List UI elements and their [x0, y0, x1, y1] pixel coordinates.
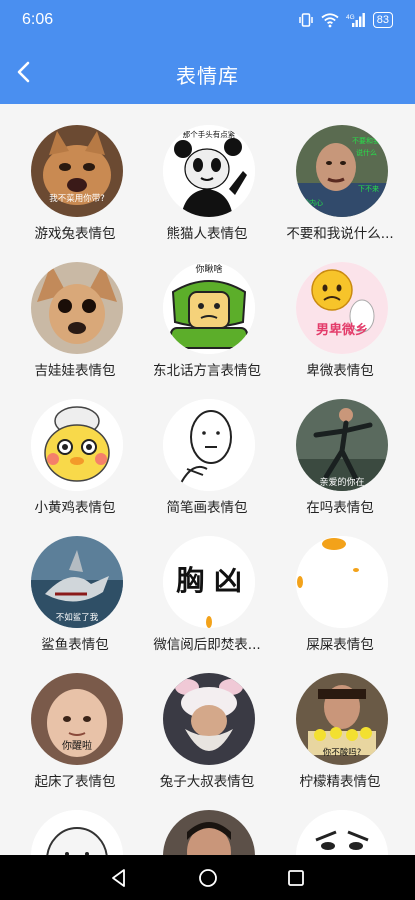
- pack-item[interactable]: [9, 789, 141, 855]
- stick-figure-image: [163, 399, 255, 491]
- pack-item[interactable]: [274, 789, 406, 855]
- image-caption: 亲爱的你在: [319, 476, 364, 488]
- vibrate-icon: [299, 13, 313, 27]
- pack-label: 吉娃娃表情包: [34, 363, 116, 379]
- pack-label: 不要和我说什么...: [286, 226, 394, 242]
- baby-face-image: 你醒啦: [31, 673, 123, 765]
- boy-image: [163, 810, 255, 855]
- pack-item[interactable]: 你不酸吗? 柠檬精表情包: [274, 652, 406, 790]
- wifi-icon: [321, 13, 339, 28]
- pack-item[interactable]: [141, 789, 273, 855]
- pack-item[interactable]: 你瞅啥 东北话方言表情包: [141, 241, 273, 379]
- chihuahua-image: [31, 262, 123, 354]
- image-caption: 下不来: [358, 185, 379, 193]
- pack-label: 小黄鸡表情包: [34, 500, 116, 516]
- bunny-hat-man-image: [163, 673, 255, 765]
- yellow-chick-image: [31, 399, 123, 491]
- pack-item[interactable]: 吉娃娃表情包: [9, 241, 141, 379]
- text-chest-image: 胸 凶: [163, 536, 255, 628]
- sketch-face-image: [296, 810, 388, 855]
- pack-item[interactable]: 我不菜用你带? 游戏兔表情包: [9, 104, 141, 242]
- image-caption: 男卑微乡: [316, 322, 368, 338]
- pack-label: 起床了表情包: [34, 774, 116, 790]
- triangle-back-icon: [112, 869, 125, 887]
- green-cartoon-image: 你瞅啥: [163, 262, 255, 354]
- orange-dots-image: [296, 536, 388, 628]
- image-caption: 那个手头有点紧: [183, 129, 236, 139]
- dancing-man-image: 亲爱的你在: [296, 399, 388, 491]
- pack-item[interactable]: 亲爱的你在 在吗表情包: [274, 378, 406, 516]
- image-caption: 我不菜用你带?: [49, 193, 105, 204]
- pack-item[interactable]: 胸 凶 微信阅后即焚表...: [141, 515, 273, 653]
- system-nav-bar: [0, 855, 415, 900]
- svg-text:不要和我: 不要和我: [352, 136, 380, 145]
- pack-item[interactable]: 屎屎表情包: [274, 515, 406, 653]
- image-caption: 胸 凶: [176, 564, 242, 597]
- pack-label: 简笔画表情包: [166, 500, 248, 516]
- pack-label: 游戏兔表情包: [34, 226, 116, 242]
- pack-label: 卑微表情包: [306, 363, 374, 379]
- pack-label: 在吗表情包: [306, 500, 374, 516]
- pack-label: 鲨鱼表情包: [41, 637, 109, 653]
- pack-item[interactable]: 小黄鸡表情包: [9, 378, 141, 516]
- sticker-pack-grid: 我不菜用你带? 游戏兔表情包 那个手头有点紧 熊猫人表情包 不要和我 说什么 下…: [0, 104, 415, 855]
- pack-label: 兔子大叔表情包: [159, 774, 255, 790]
- image-caption: 你瞅啥: [195, 263, 222, 275]
- battery-indicator: 83: [372, 12, 393, 28]
- shark-image: 不如鲨了我: [31, 536, 123, 628]
- pack-label: 柠檬精表情包: [299, 774, 381, 790]
- image-caption: 你醒啦: [62, 739, 92, 752]
- pack-item[interactable]: 不如鲨了我 鲨鱼表情包: [9, 515, 141, 653]
- lemon-man-image: 你不酸吗?: [296, 673, 388, 765]
- pack-label: 屎屎表情包: [306, 637, 374, 653]
- sad-yellow-face-image: 男卑微乡: [296, 262, 388, 354]
- status-icons: 4G 83: [298, 11, 393, 29]
- square-recents-icon: [288, 870, 304, 886]
- nav-recents-button[interactable]: [285, 867, 307, 889]
- crying-cat-image: 我不菜用你带?: [31, 125, 123, 217]
- page-title: 表情库: [176, 64, 239, 88]
- round-face-image: [31, 810, 123, 855]
- pack-item[interactable]: 不要和我 说什么 下不来 我内心 不要和我说什么...: [274, 104, 406, 242]
- man-with-green-text-image: 不要和我 说什么 下不来 我内心: [296, 125, 388, 217]
- circle-home-icon: [199, 869, 217, 887]
- pack-item[interactable]: 那个手头有点紧 熊猫人表情包: [141, 104, 273, 242]
- nav-home-button[interactable]: [197, 867, 219, 889]
- nav-back-button[interactable]: [108, 867, 130, 889]
- pack-item[interactable]: 简笔画表情包: [141, 378, 273, 516]
- pack-label: 熊猫人表情包: [166, 226, 248, 242]
- image-caption: 你不酸吗?: [323, 747, 362, 758]
- svg-text:4G: 4G: [346, 14, 355, 21]
- status-time: 6:06: [22, 11, 54, 28]
- svg-text:说什么: 说什么: [356, 148, 377, 157]
- svg-text:我内心: 我内心: [302, 198, 323, 207]
- status-bar: 6:06 4G 83: [0, 0, 415, 40]
- pack-item[interactable]: 兔子大叔表情包: [141, 652, 273, 790]
- pack-item[interactable]: 你醒啦 起床了表情包: [9, 652, 141, 790]
- app-bar: 表情库: [0, 40, 415, 104]
- pack-item[interactable]: 男卑微乡 卑微表情包: [274, 241, 406, 379]
- pack-label: 东北话方言表情包: [153, 363, 261, 379]
- panda-man-image: 那个手头有点紧: [163, 125, 255, 217]
- signal-icon: 4G: [346, 13, 365, 27]
- image-caption: 不如鲨了我: [56, 612, 99, 623]
- pack-label: 微信阅后即焚表...: [153, 637, 261, 653]
